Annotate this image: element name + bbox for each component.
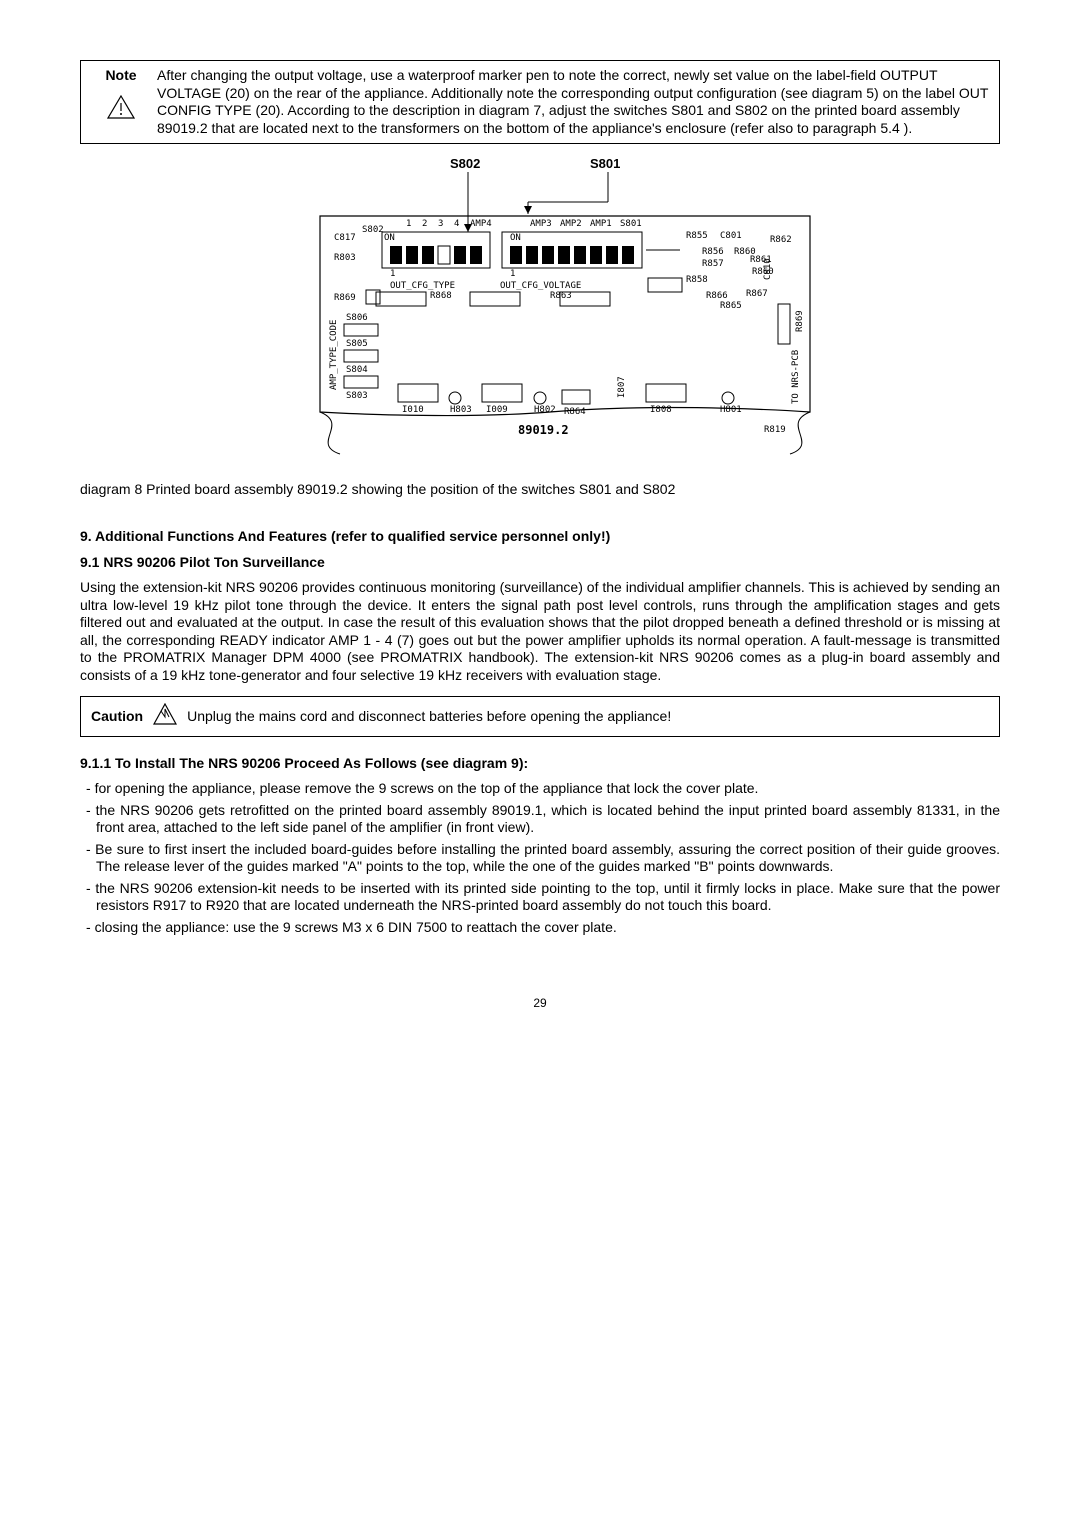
note-label: Note: [91, 67, 151, 85]
svg-text:C801: C801: [720, 231, 742, 241]
svg-text:C810: C810: [763, 258, 773, 280]
svg-text:S804: S804: [346, 365, 368, 375]
caution-text: Unplug the mains cord and disconnect bat…: [187, 708, 671, 726]
svg-text:AMP3: AMP3: [530, 219, 552, 229]
section-9-1-1-heading: 9.1.1 To Install The NRS 90206 Proceed A…: [80, 755, 1000, 773]
list-item: for opening the appliance, please remove…: [80, 780, 1000, 798]
svg-text:R858: R858: [686, 275, 708, 285]
danger-triangle-icon: [153, 703, 177, 730]
svg-text:4: 4: [454, 219, 459, 229]
svg-text:2: 2: [422, 219, 427, 229]
diagram-8-caption: diagram 8 Printed board assembly 89019.2…: [80, 481, 1000, 499]
list-item: the NRS 90206 extension-kit needs to be …: [80, 880, 1000, 915]
note-left-col: Note: [81, 61, 157, 129]
svg-text:1: 1: [390, 269, 395, 279]
svg-text:R869: R869: [795, 310, 805, 332]
svg-text:R867: R867: [746, 289, 768, 299]
svg-text:R864: R864: [564, 407, 586, 417]
svg-text:R866: R866: [706, 291, 728, 301]
svg-text:R865: R865: [720, 301, 742, 311]
diagram-8-container: .t { font-family: monospace; font-size: …: [80, 154, 1000, 469]
svg-text:R868: R868: [430, 291, 452, 301]
svg-text:AMP4: AMP4: [470, 219, 492, 229]
svg-text:R869: R869: [334, 293, 356, 303]
svg-text:ON: ON: [510, 233, 521, 243]
svg-text:R803: R803: [334, 253, 356, 263]
svg-text:AMP_TYPE_CODE: AMP_TYPE_CODE: [329, 320, 339, 390]
svg-text:H803: H803: [450, 405, 472, 415]
warning-triangle-icon: [107, 95, 135, 119]
list-item: closing the appliance: use the 9 screws …: [80, 919, 1000, 937]
svg-text:I009: I009: [486, 405, 508, 415]
svg-text:H802: H802: [534, 405, 556, 415]
svg-text:S802: S802: [362, 225, 384, 235]
section-9-1-heading: 9.1 NRS 90206 Pilot Ton Surveillance: [80, 554, 1000, 572]
svg-text:S805: S805: [346, 339, 368, 349]
svg-text:OUT_CFG_TYPE: OUT_CFG_TYPE: [390, 281, 455, 291]
svg-text:I010: I010: [402, 405, 424, 415]
svg-text:1: 1: [406, 219, 411, 229]
install-steps-list: for opening the appliance, please remove…: [80, 780, 1000, 936]
section-9-1-body: Using the extension-kit NRS 90206 provid…: [80, 579, 1000, 684]
s801-label: S801: [590, 156, 620, 171]
pcb-diagram-svg: .t { font-family: monospace; font-size: …: [250, 154, 830, 464]
svg-text:S803: S803: [346, 391, 368, 401]
svg-text:H801: H801: [720, 405, 742, 415]
svg-text:TO NRS-PCB: TO NRS-PCB: [791, 350, 801, 404]
svg-text:S801: S801: [620, 219, 642, 229]
caution-label: Caution: [91, 708, 143, 726]
svg-text:AMP2: AMP2: [560, 219, 582, 229]
list-item: the NRS 90206 gets retrofitted on the pr…: [80, 802, 1000, 837]
list-item: Be sure to first insert the included boa…: [80, 841, 1000, 876]
note-text: After changing the output voltage, use a…: [157, 61, 999, 143]
svg-text:I808: I808: [650, 405, 672, 415]
svg-text:R856: R856: [702, 247, 724, 257]
svg-text:S806: S806: [346, 313, 368, 323]
svg-text:R857: R857: [702, 259, 724, 269]
svg-text:R819: R819: [764, 425, 786, 435]
svg-text:OUT_CFG_VOLTAGE: OUT_CFG_VOLTAGE: [500, 281, 581, 291]
svg-text:C817: C817: [334, 233, 356, 243]
svg-text:I807: I807: [617, 376, 627, 398]
svg-text:89019.2: 89019.2: [518, 423, 569, 437]
note-box: Note After changing the output voltage, …: [80, 60, 1000, 144]
svg-text:AMP1: AMP1: [590, 219, 612, 229]
svg-text:R855: R855: [686, 231, 708, 241]
svg-text:1: 1: [510, 269, 515, 279]
s802-label: S802: [450, 156, 480, 171]
caution-box: Caution Unplug the mains cord and discon…: [80, 696, 1000, 737]
svg-text:3: 3: [438, 219, 443, 229]
svg-text:ON: ON: [384, 233, 395, 243]
section-9-heading: 9. Additional Functions And Features (re…: [80, 528, 1000, 546]
page-number: 29: [80, 996, 1000, 1011]
svg-text:R862: R862: [770, 235, 792, 245]
